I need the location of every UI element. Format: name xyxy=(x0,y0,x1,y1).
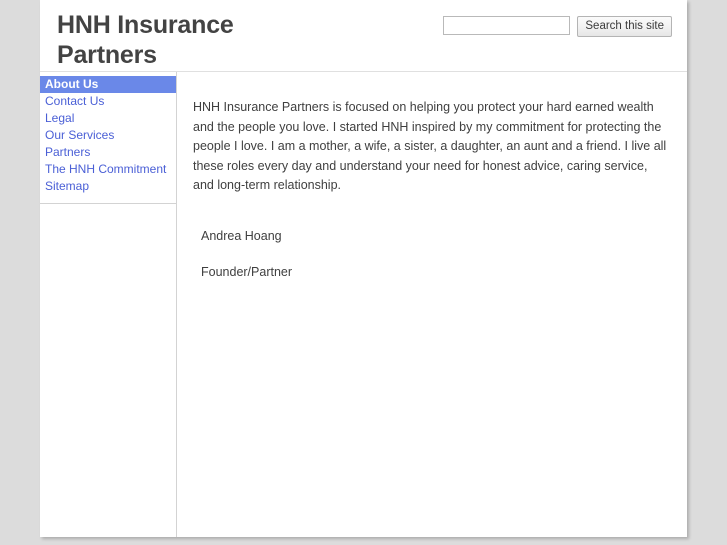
site-header: HNH Insurance Partners Search this site xyxy=(40,0,687,72)
sidebar-item-the-hnh-commitment[interactable]: The HNH Commitment xyxy=(40,161,176,178)
sidebar-item-our-services[interactable]: Our Services xyxy=(40,127,176,144)
body-columns: About Us Contact Us Legal Our Services P… xyxy=(40,72,687,537)
site-search: Search this site xyxy=(443,16,672,37)
page-title: HNH Insurance Partners xyxy=(57,11,234,69)
signature-name: Andrea Hoang xyxy=(201,228,282,243)
sidebar-item-legal[interactable]: Legal xyxy=(40,110,176,127)
sidebar-item-partners[interactable]: Partners xyxy=(40,144,176,161)
page-container: HNH Insurance Partners Search this site … xyxy=(40,0,687,537)
signature-role: Founder/Partner xyxy=(201,264,293,279)
signature-block: Andrea Hoang Founder/Partner xyxy=(193,227,671,282)
sidebar-item-contact-us[interactable]: Contact Us xyxy=(40,93,176,110)
sidebar-item-about-us[interactable]: About Us xyxy=(40,76,176,93)
search-input[interactable] xyxy=(443,16,571,35)
main-content: HNH Insurance Partners is focused on hel… xyxy=(177,72,687,537)
intro-paragraph: HNH Insurance Partners is focused on hel… xyxy=(193,100,667,192)
search-button[interactable]: Search this site xyxy=(577,16,672,37)
sidebar: About Us Contact Us Legal Our Services P… xyxy=(40,72,177,537)
sidebar-item-sitemap[interactable]: Sitemap xyxy=(40,178,176,195)
sidebar-nav: About Us Contact Us Legal Our Services P… xyxy=(40,72,176,204)
